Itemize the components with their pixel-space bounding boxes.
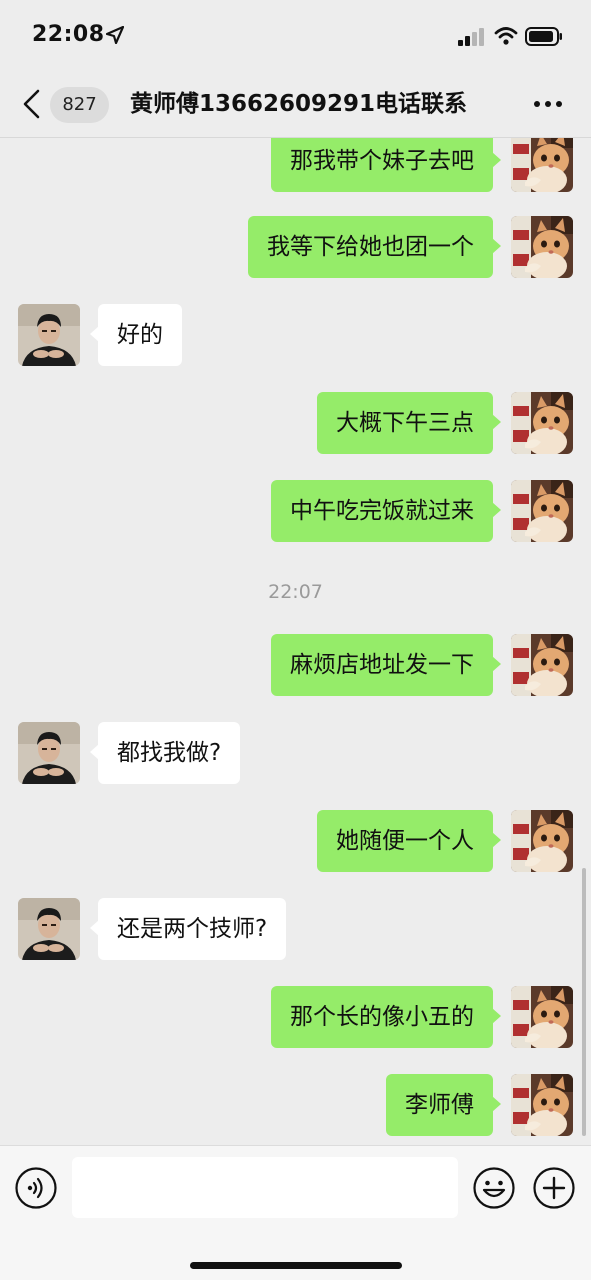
contact-avatar[interactable] (18, 304, 80, 366)
message-bubble-self[interactable]: 我等下给她也团一个 (248, 216, 501, 278)
message-bubble-other[interactable]: 都找我做? (89, 722, 241, 784)
self-avatar[interactable] (511, 634, 573, 696)
home-indicator[interactable] (190, 1262, 402, 1269)
message-bubble-other[interactable]: 好的 (90, 304, 182, 366)
self-avatar[interactable] (511, 392, 573, 454)
voice-icon[interactable] (14, 1166, 58, 1210)
contact-avatar[interactable] (18, 722, 80, 784)
message-list[interactable]: 那我带个妹子去吧 我等下给她也团一个 好的 大概下午三点 中午吃完饭就过来 22… (0, 138, 591, 1145)
message-bubble-self[interactable]: 她随便一个人 (317, 810, 501, 872)
self-avatar[interactable] (511, 480, 573, 542)
chat-title: 黄师傅13662609291电话联系 (130, 91, 468, 117)
status-bar: 22:08 (0, 0, 591, 70)
message-bubble-self[interactable]: 麻烦店地址发一下 (271, 634, 501, 696)
location-arrow-icon (106, 26, 124, 44)
message-bubble-self[interactable]: 那我带个妹子去吧 (271, 138, 501, 192)
input-bar (0, 1145, 591, 1280)
wifi-icon (494, 27, 518, 45)
more-dots-icon[interactable] (530, 94, 566, 114)
chat-header: 827 黄师傅13662609291电话联系 (0, 70, 591, 138)
message-timestamp: 22:07 (268, 581, 323, 603)
message-bubble-self[interactable]: 那个长的像小五的 (271, 986, 501, 1048)
self-avatar[interactable] (511, 810, 573, 872)
contact-avatar[interactable] (18, 898, 80, 960)
status-time: 22:08 (32, 22, 105, 47)
self-avatar[interactable] (511, 986, 573, 1048)
cellular-signal-icon (458, 28, 484, 46)
emoji-icon[interactable] (472, 1166, 516, 1210)
message-bubble-self[interactable]: 中午吃完饭就过来 (271, 480, 501, 542)
message-input[interactable] (72, 1157, 458, 1218)
unread-count-badge[interactable]: 827 (50, 87, 109, 123)
message-bubble-self[interactable]: 大概下午三点 (317, 392, 501, 454)
self-avatar[interactable] (511, 216, 573, 278)
scrollbar[interactable] (582, 868, 586, 1136)
self-avatar[interactable] (511, 138, 573, 192)
battery-icon (525, 27, 562, 46)
self-avatar[interactable] (511, 1074, 573, 1136)
message-bubble-self[interactable]: 李师傅 (386, 1074, 501, 1136)
plus-circle-icon[interactable] (532, 1166, 576, 1210)
message-bubble-other[interactable]: 还是两个技师? (89, 898, 287, 960)
chevron-left-icon[interactable] (20, 88, 44, 120)
